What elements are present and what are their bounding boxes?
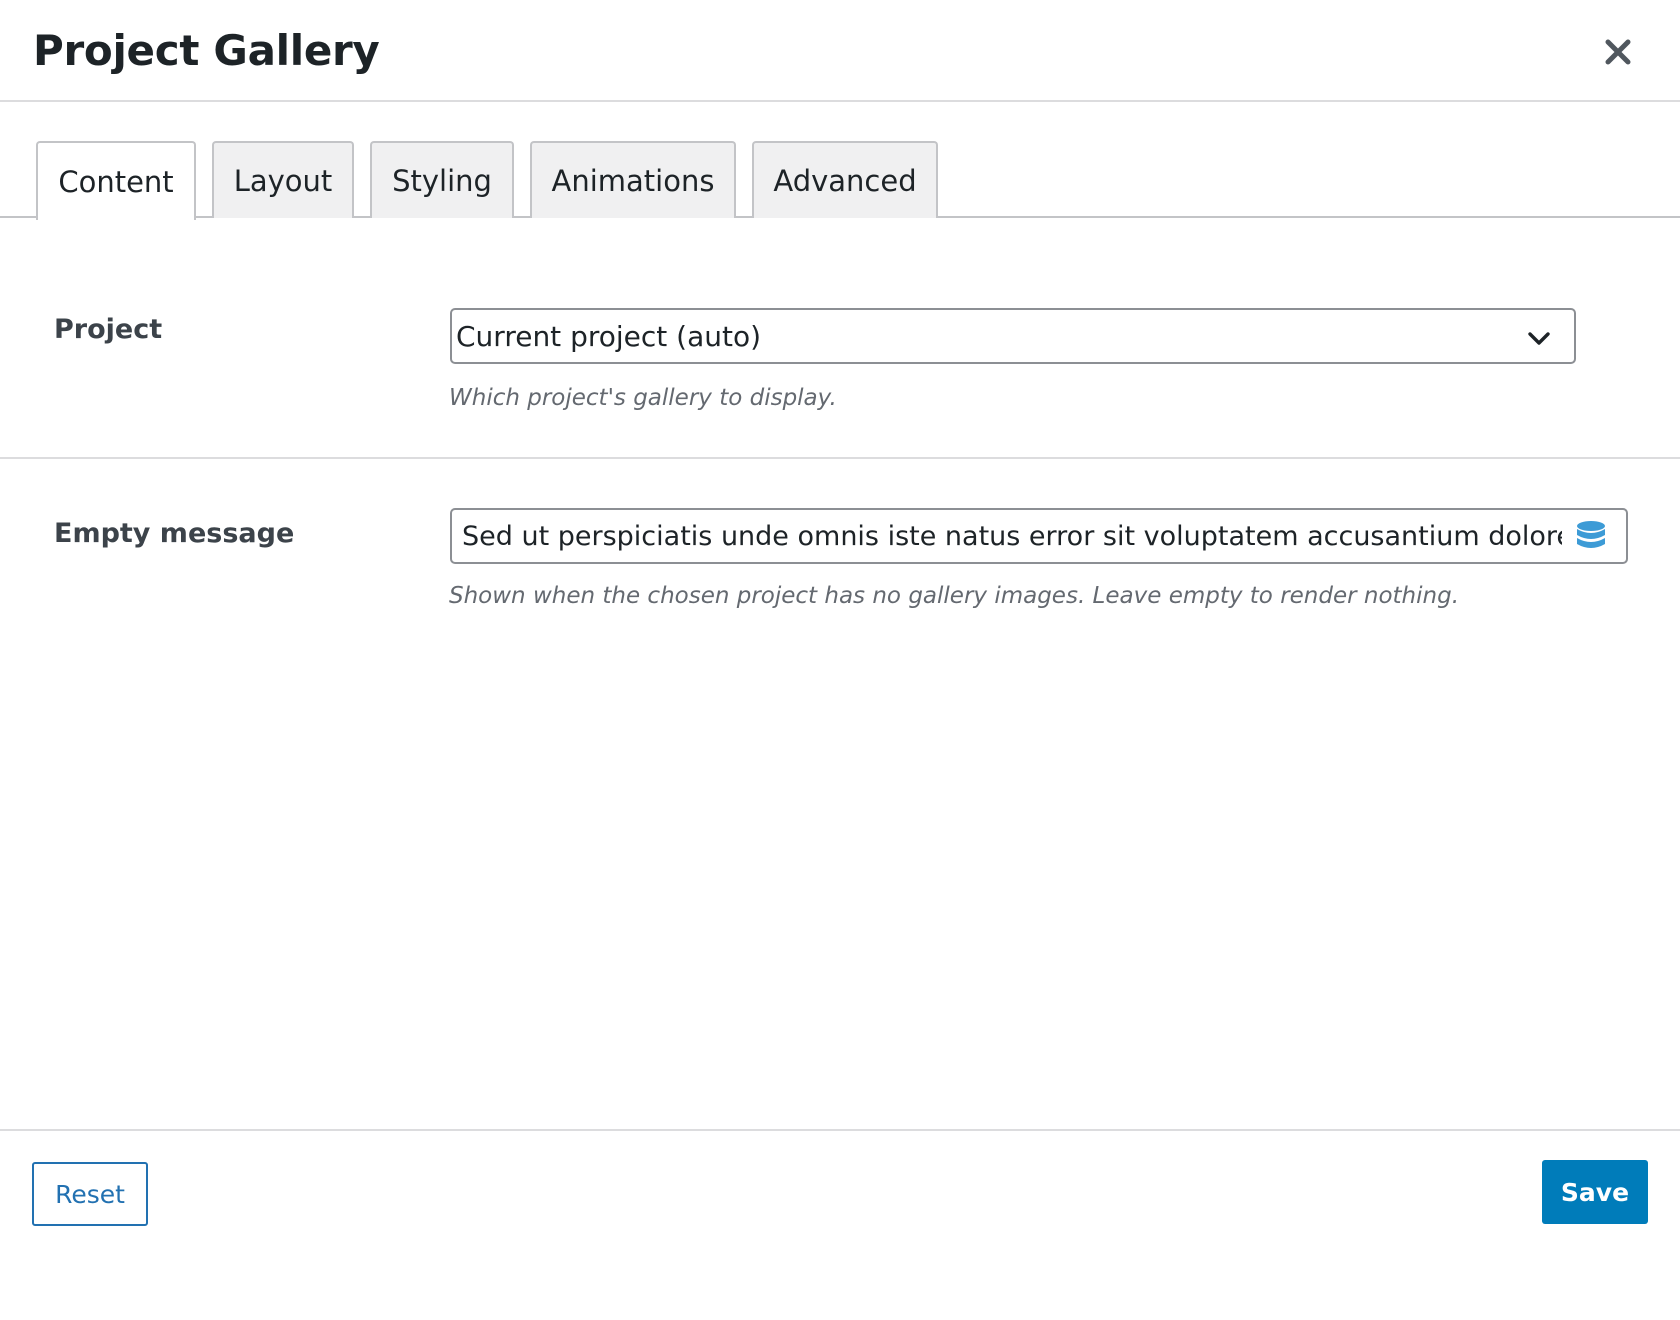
project-label: Project <box>54 314 163 345</box>
project-help-text: Which project's gallery to display. <box>449 385 837 411</box>
save-button[interactable]: Save <box>1542 1160 1648 1224</box>
empty-message-field <box>450 508 1628 564</box>
empty-message-help-text: Shown when the chosen project has no gal… <box>449 583 1460 609</box>
modal-header: Project Gallery <box>0 0 1680 102</box>
project-select-value: Current project (auto) <box>456 319 762 353</box>
empty-message-input[interactable] <box>452 510 1562 562</box>
modal-title: Project Gallery <box>33 26 380 75</box>
footer-divider <box>0 1129 1680 1131</box>
tab-layout[interactable]: Layout <box>212 141 354 218</box>
tab-animations[interactable]: Animations <box>530 141 736 218</box>
dynamic-data-button[interactable] <box>1574 519 1608 553</box>
tab-content[interactable]: Content <box>36 141 196 220</box>
tab-advanced[interactable]: Advanced <box>752 141 938 218</box>
tab-styling[interactable]: Styling <box>370 141 514 218</box>
reset-button[interactable]: Reset <box>32 1162 148 1226</box>
empty-message-label: Empty message <box>54 518 295 549</box>
chevron-down-icon <box>1528 332 1550 345</box>
project-select[interactable]: Current project (auto) <box>450 308 1576 364</box>
section-divider <box>0 457 1680 459</box>
close-icon <box>1605 39 1631 65</box>
database-icon <box>1577 521 1605 548</box>
tab-bar: Content Layout Styling Animations Advanc… <box>0 141 1680 220</box>
modal-dialog: Project Gallery Content Layout Styling A… <box>0 0 1680 1320</box>
close-button[interactable] <box>1596 30 1640 74</box>
